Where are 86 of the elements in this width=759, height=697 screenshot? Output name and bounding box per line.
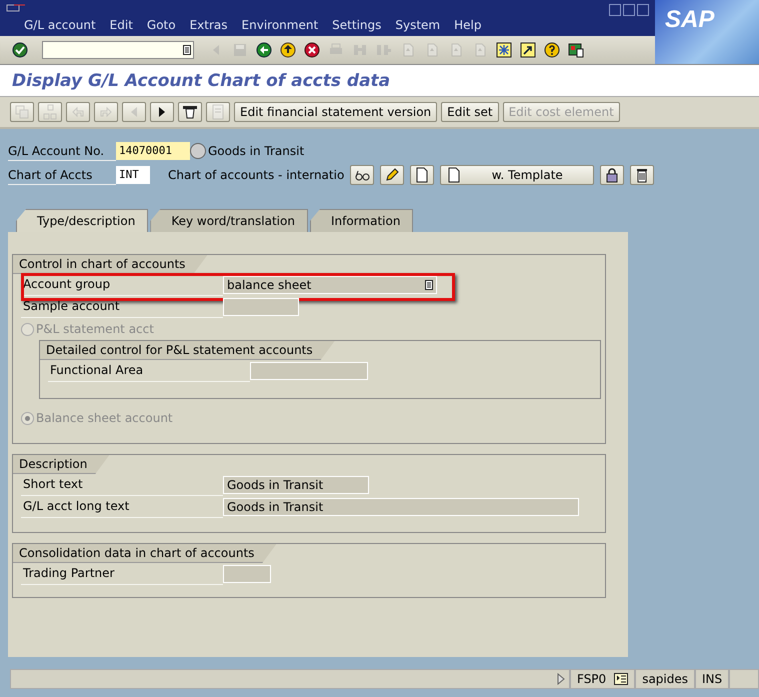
match-code-button[interactable] — [190, 143, 206, 159]
group-title: Control in chart of accounts — [13, 255, 208, 274]
menu-item[interactable]: G/L account — [24, 18, 110, 32]
dropdown-icon — [183, 45, 191, 55]
toolbar-button[interactable] — [494, 40, 514, 60]
icon-button[interactable] — [600, 165, 624, 185]
tab[interactable]: Key word/translation — [150, 209, 308, 232]
toolbar-button[interactable] — [278, 40, 298, 60]
pencil-icon — [384, 167, 400, 183]
padlock-icon — [604, 167, 620, 183]
sap-logo: SAP — [655, 0, 759, 64]
curved-arrow-icon — [70, 104, 86, 120]
toolbar-button[interactable] — [254, 40, 274, 60]
list-icon[interactable] — [614, 673, 628, 685]
toolbar-button[interactable]: Edit financial statement version — [234, 102, 438, 122]
field-description: Goods in Transit — [207, 144, 304, 158]
field-label: Trading Partner — [21, 563, 223, 585]
note-icon — [210, 104, 226, 120]
input-field[interactable] — [250, 362, 368, 380]
help-icon — [544, 42, 560, 58]
group-title: Description — [13, 455, 110, 474]
toolbar-button[interactable] — [542, 40, 562, 60]
expand-triangle-icon[interactable] — [557, 673, 565, 685]
toolbar-button[interactable]: Edit set — [441, 102, 499, 122]
server-cell: sapides — [635, 669, 695, 689]
tab[interactable]: Information — [310, 209, 414, 232]
page-icon — [446, 167, 462, 183]
group-title: Detailed control for P&L statement accounts — [40, 341, 335, 360]
binoculars-plus-icon — [376, 42, 392, 58]
input-field[interactable]: Goods in Transit — [223, 498, 579, 516]
system-cell: FSP0 — [570, 669, 636, 689]
menu-item[interactable]: Edit — [110, 18, 147, 32]
field-label: G/L acct long text — [21, 496, 223, 518]
input-field[interactable]: balance sheet — [223, 276, 437, 294]
menu-item[interactable]: Help — [454, 18, 496, 32]
menu-item[interactable]: Extras — [190, 18, 242, 32]
icon-button[interactable] — [380, 165, 404, 185]
input-field[interactable]: Goods in Transit — [223, 476, 369, 494]
command-field[interactable] — [42, 41, 194, 59]
radio-label: P&L statement acct — [36, 322, 154, 336]
window-menu-icon[interactable] — [6, 4, 26, 12]
check-icon — [12, 42, 28, 58]
menu-item[interactable]: System — [395, 18, 454, 32]
input-field[interactable]: INT — [116, 166, 150, 184]
page-icon — [414, 167, 430, 183]
screen-title: Display G/L Account Chart of accts data — [0, 65, 759, 97]
delete-document-icon — [182, 104, 198, 120]
dropdown-icon — [425, 280, 433, 290]
shortcut-icon — [520, 42, 536, 58]
monitor-icon — [568, 42, 584, 58]
status-cell — [729, 669, 759, 689]
icon-button[interactable] — [350, 165, 374, 185]
menu-item[interactable]: Goto — [146, 18, 190, 32]
menu-item[interactable]: Settings — [332, 18, 396, 32]
group-title: Consolidation data in chart of accounts — [13, 544, 276, 563]
menu-item[interactable]: Environment — [242, 18, 332, 32]
star-window-icon — [496, 42, 512, 58]
minimize-button[interactable] — [609, 4, 621, 16]
cancel-icon — [304, 42, 320, 58]
icon-button[interactable] — [410, 165, 434, 185]
back-icon — [256, 42, 272, 58]
hierarchy-icon — [42, 104, 58, 120]
radio-label: Balance sheet account — [36, 411, 173, 425]
field-label: Short text — [21, 474, 223, 496]
field-label: Account group — [21, 274, 223, 296]
input-field[interactable] — [223, 565, 271, 583]
documents-icon — [14, 104, 30, 120]
tab[interactable]: Type/description — [16, 209, 148, 232]
floppy-icon — [232, 42, 248, 58]
maximize-button[interactable] — [623, 4, 635, 16]
mode-cell: INS — [695, 669, 730, 689]
enter-button[interactable] — [10, 40, 30, 60]
binoculars-icon — [352, 42, 368, 58]
field-label: Sample account — [21, 296, 223, 318]
toolbar-button[interactable] — [150, 102, 174, 122]
field-label: Functional Area — [48, 360, 250, 382]
template-button[interactable]: w. Template — [440, 165, 594, 185]
toolbar-button[interactable] — [518, 40, 538, 60]
icon-button[interactable] — [630, 165, 654, 185]
toolbar-button[interactable] — [178, 102, 202, 122]
field-description: Chart of accounts - internatio — [167, 168, 344, 182]
toolbar-button[interactable] — [302, 40, 322, 60]
close-button[interactable] — [637, 4, 649, 16]
input-field[interactable]: 14070001 — [116, 142, 190, 160]
curved-arrow-icon — [98, 104, 114, 120]
input-field[interactable] — [223, 298, 299, 316]
